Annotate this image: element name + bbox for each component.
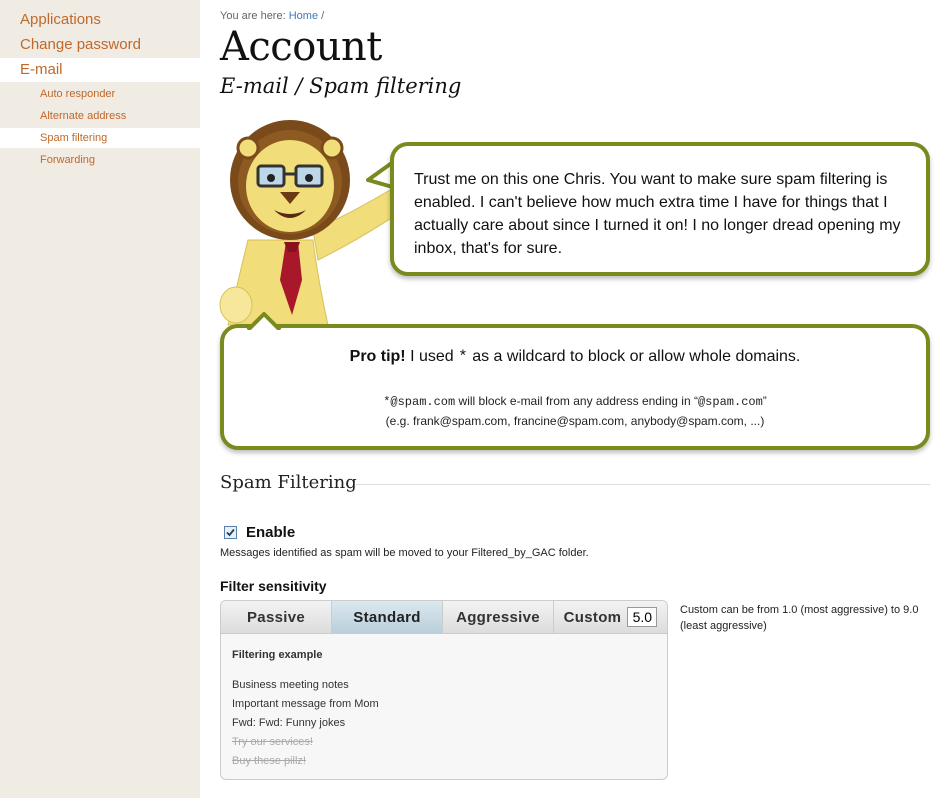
custom-value-input[interactable] [627, 607, 658, 627]
example-item: Fwd: Fwd: Funny jokes [232, 717, 346, 729]
pro-tip-wildcard: * [458, 348, 468, 366]
section-title: Spam Filtering [220, 472, 357, 493]
pro-tip-text-post: as a wildcard to block or allow whole do… [472, 348, 801, 365]
enable-checkbox[interactable] [224, 526, 237, 539]
pro-tip-examples-line: (e.g. frank@spam.com, francine@spam.com,… [385, 414, 765, 428]
enable-row: Enable [224, 524, 295, 541]
nav-spam-filtering[interactable]: Spam filtering [0, 128, 200, 148]
sensitivity-tabs: Passive Standard Aggressive Custom [221, 601, 667, 634]
example-item: Important message from Mom [232, 698, 379, 710]
tab-custom-label: Custom [563, 608, 622, 626]
example-item: Business meeting notes [232, 679, 349, 691]
sidebar: Applications Change password E-mail Auto… [0, 0, 200, 798]
nav-auto-responder[interactable]: Auto responder [0, 84, 200, 104]
filtering-example-title: Filtering example [232, 649, 323, 661]
nav-email[interactable]: E-mail [0, 58, 200, 82]
speech-bubble-text: Trust me on this one Chris. You want to … [414, 171, 901, 257]
example-item-spam: Try our services! [232, 736, 313, 748]
pro-tip-box: Pro tip! I used * as a wildcard to block… [220, 324, 930, 450]
tab-passive[interactable]: Passive [221, 601, 332, 633]
nav-applications[interactable]: Applications [0, 8, 200, 32]
pro-tip-example-code: *@spam.com [383, 395, 456, 409]
tab-standard[interactable]: Standard [332, 601, 443, 633]
pro-tip-heading: Pro tip! [349, 348, 406, 365]
pro-tip-example: *@spam.com will block e-mail from any ad… [224, 394, 926, 409]
filter-sensitivity-title: Filter sensitivity [220, 578, 327, 594]
pro-tip-text-pre: I used [410, 348, 454, 365]
pro-tip-example-mid: will block e-mail from any address endin… [458, 394, 698, 408]
breadcrumb-separator: / [321, 10, 325, 22]
check-icon [226, 528, 235, 537]
section-divider [356, 484, 930, 485]
enable-note: Messages identified as spam will be move… [220, 547, 589, 559]
lion-mascot-icon [219, 120, 397, 326]
breadcrumb-home-link[interactable]: Home [289, 10, 318, 22]
example-item-spam: Buy these pillz! [232, 755, 306, 767]
tab-custom[interactable]: Custom [554, 601, 667, 633]
pro-tip-main: Pro tip! I used * as a wildcard to block… [224, 348, 926, 366]
pro-tip-example-end: ” [762, 394, 767, 408]
pro-tip-tail-icon [246, 312, 282, 330]
pro-tip-example-code2: @spam.com [697, 395, 763, 409]
page-title: Account [220, 24, 382, 70]
custom-range-note: Custom can be from 1.0 (most aggressive)… [680, 604, 919, 632]
enable-label: Enable [246, 524, 296, 541]
tab-aggressive[interactable]: Aggressive [443, 601, 554, 633]
speech-bubble: Trust me on this one Chris. You want to … [390, 142, 930, 276]
breadcrumb-prefix: You are here: [220, 10, 286, 22]
nav-alternate-address[interactable]: Alternate address [0, 106, 200, 126]
nav-forwarding[interactable]: Forwarding [0, 150, 200, 170]
breadcrumb: You are here: Home / [220, 10, 324, 22]
nav-change-password[interactable]: Change password [0, 33, 200, 57]
page-subtitle: E-mail / Spam filtering [220, 74, 462, 98]
filter-sensitivity-panel: Passive Standard Aggressive Custom Filte… [220, 600, 668, 780]
